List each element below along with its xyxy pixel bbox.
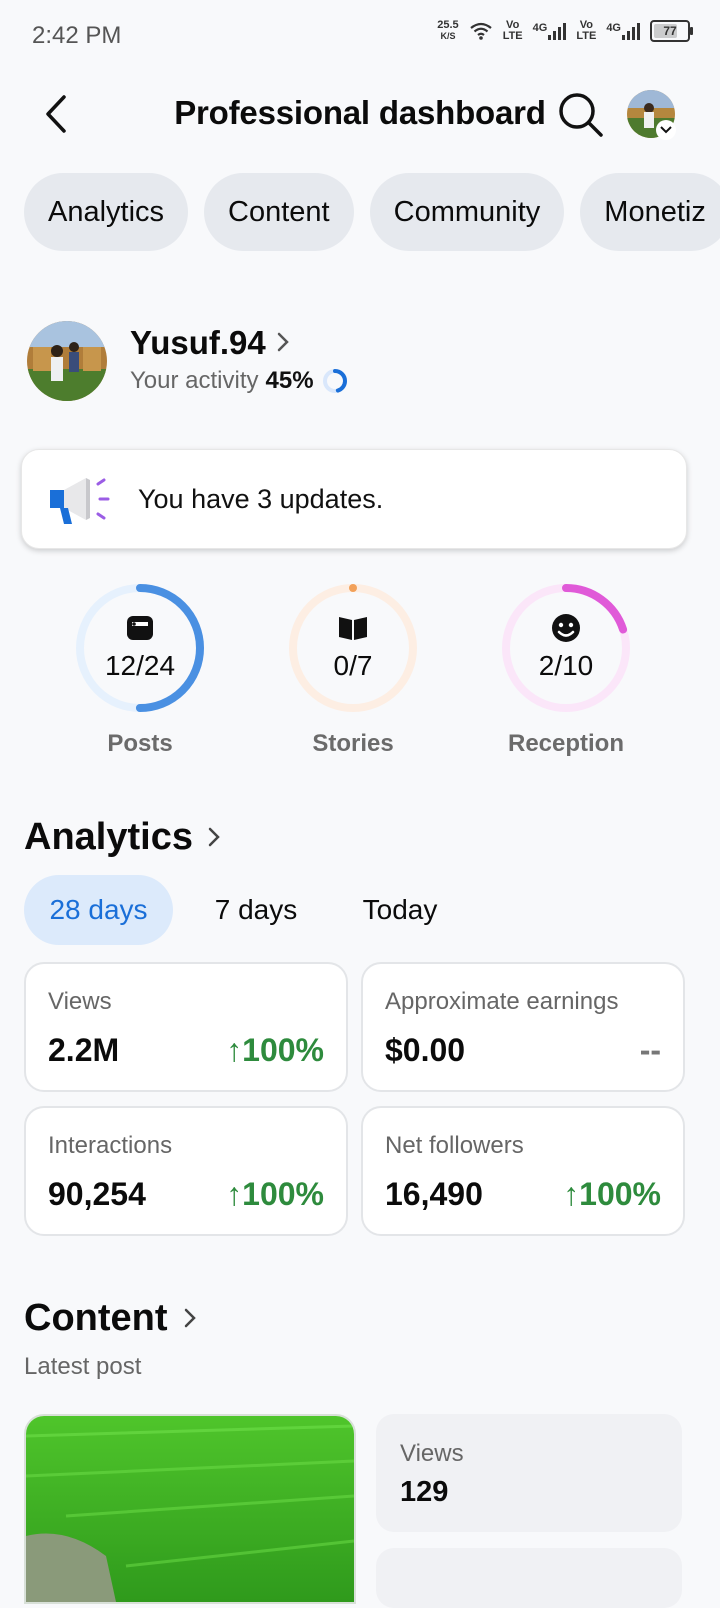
latest-post-thumbnail[interactable]	[24, 1414, 356, 1604]
tab-community[interactable]: Community	[369, 173, 565, 251]
metric-delta: ↑100%	[563, 1176, 661, 1213]
metric-value: 90,254	[48, 1176, 146, 1212]
metric-delta: --	[640, 1032, 661, 1069]
ring-value: 2/10	[538, 650, 594, 681]
content-chevron-right-icon[interactable]	[182, 1306, 198, 1335]
volte1-indicator: Vo LTE	[503, 20, 523, 42]
analytics-title[interactable]: Analytics	[24, 816, 193, 859]
network-speed-unit: K/S	[440, 31, 456, 41]
metric-delta-value: 100%	[242, 1032, 324, 1068]
metric-value: $0.00	[385, 1032, 466, 1068]
metric-label: Approximate earnings	[385, 988, 619, 1015]
wifi-icon	[470, 22, 492, 40]
ring-label: Reception	[507, 730, 624, 757]
network-speed-value: 25.5	[437, 19, 459, 31]
activity-row[interactable]: Your activity 45%	[130, 367, 349, 395]
ring-value: 12/24	[104, 650, 176, 681]
metric-label: Views	[48, 988, 112, 1015]
period-today[interactable]: Today	[342, 875, 458, 945]
ring-progress	[289, 584, 417, 712]
metric-card-views[interactable]: Views 2.2M ↑100%	[24, 962, 348, 1092]
profile-name[interactable]: Yusuf.94	[130, 324, 266, 362]
chevron-right-icon[interactable]	[275, 330, 291, 359]
post-stat-views[interactable]: Views 129	[376, 1414, 682, 1532]
metric-delta-value: 100%	[242, 1176, 324, 1212]
metric-label: Net followers	[385, 1132, 524, 1159]
activity-progress-icon	[322, 369, 347, 393]
post-stat-value: 129	[400, 1476, 449, 1508]
analytics-chevron-right-icon[interactable]	[206, 825, 222, 854]
ring-label: Posts	[107, 730, 173, 757]
latest-post-label: Latest post	[24, 1353, 142, 1380]
volte2-indicator: Vo LTE	[576, 20, 596, 42]
tab-analytics[interactable]: Analytics	[24, 173, 189, 251]
metric-delta-value: --	[639, 1032, 661, 1068]
activity-value: 45%	[265, 367, 314, 394]
updates-text: You have 3 updates.	[138, 484, 384, 514]
metric-card-interactions[interactable]: Interactions 90,254 ↑100%	[24, 1106, 348, 1236]
network-type-2: 4G	[606, 22, 621, 34]
search-icon	[559, 93, 603, 137]
activity-label: Your activity	[130, 367, 259, 394]
signal-bars-1-icon	[548, 22, 567, 40]
content-title[interactable]: Content	[24, 1297, 168, 1340]
post-image	[26, 1416, 354, 1602]
signal-bars-2-icon	[622, 22, 640, 40]
ring-progress	[76, 584, 204, 712]
arrow-up-icon: ↑	[226, 1176, 243, 1212]
profile-photo	[27, 321, 107, 401]
metric-delta: ↑100%	[226, 1032, 324, 1069]
stories-book-icon	[339, 617, 367, 640]
ring-progress	[502, 584, 630, 712]
metric-value: 2.2M	[48, 1032, 120, 1068]
metric-value: 16,490	[385, 1176, 483, 1212]
network-type-1: 4G	[532, 22, 548, 34]
ring-value: 0/7	[333, 650, 373, 681]
megaphone-icon	[46, 472, 112, 533]
signal2: 4G	[606, 22, 640, 40]
tab-monetization[interactable]: Monetiz	[580, 173, 720, 251]
posts-icon	[127, 616, 153, 640]
chevron-down-icon	[656, 120, 676, 140]
period-28-days[interactable]: 28 days	[24, 875, 173, 945]
metric-delta-value: 100%	[579, 1176, 661, 1212]
status-icons: 25.5 K/S Vo LTE 4G Vo LTE 4G 77	[437, 20, 693, 42]
metric-delta: ↑100%	[226, 1176, 324, 1213]
reception-smiley-icon	[552, 614, 580, 642]
signal1: 4G	[533, 22, 567, 40]
goal-ring-stories[interactable]: 0/7	[287, 582, 419, 719]
ring-label: Stories	[312, 730, 394, 757]
section-tabs: Analytics Content Community Monetiz	[24, 173, 720, 251]
metric-label: Interactions	[48, 1132, 173, 1159]
arrow-up-icon: ↑	[226, 1032, 243, 1068]
profile-avatar[interactable]	[27, 321, 107, 401]
search-button[interactable]	[556, 90, 604, 138]
battery-level: 77	[663, 24, 677, 38]
arrow-up-icon: ↑	[563, 1176, 580, 1212]
goal-ring-reception[interactable]: 2/10	[500, 582, 632, 719]
metric-card-earnings[interactable]: Approximate earnings $0.00 --	[361, 962, 685, 1092]
status-time: 2:42 PM	[32, 22, 122, 49]
tab-content[interactable]: Content	[204, 173, 354, 251]
network-speed: 25.5 K/S	[437, 20, 458, 42]
page-title: Professional dashboard	[174, 94, 546, 131]
battery-icon: 77	[650, 20, 693, 42]
metric-card-net-followers[interactable]: Net followers 16,490 ↑100%	[361, 1106, 685, 1236]
post-stat-next[interactable]	[376, 1548, 682, 1608]
volte2-bottom: LTE	[576, 30, 597, 42]
period-7-days[interactable]: 7 days	[188, 875, 324, 945]
goal-ring-posts[interactable]: 12/24	[74, 582, 206, 719]
ring-track	[289, 584, 417, 712]
post-stat-label: Views	[400, 1440, 464, 1467]
volte1-bottom: LTE	[502, 30, 523, 42]
